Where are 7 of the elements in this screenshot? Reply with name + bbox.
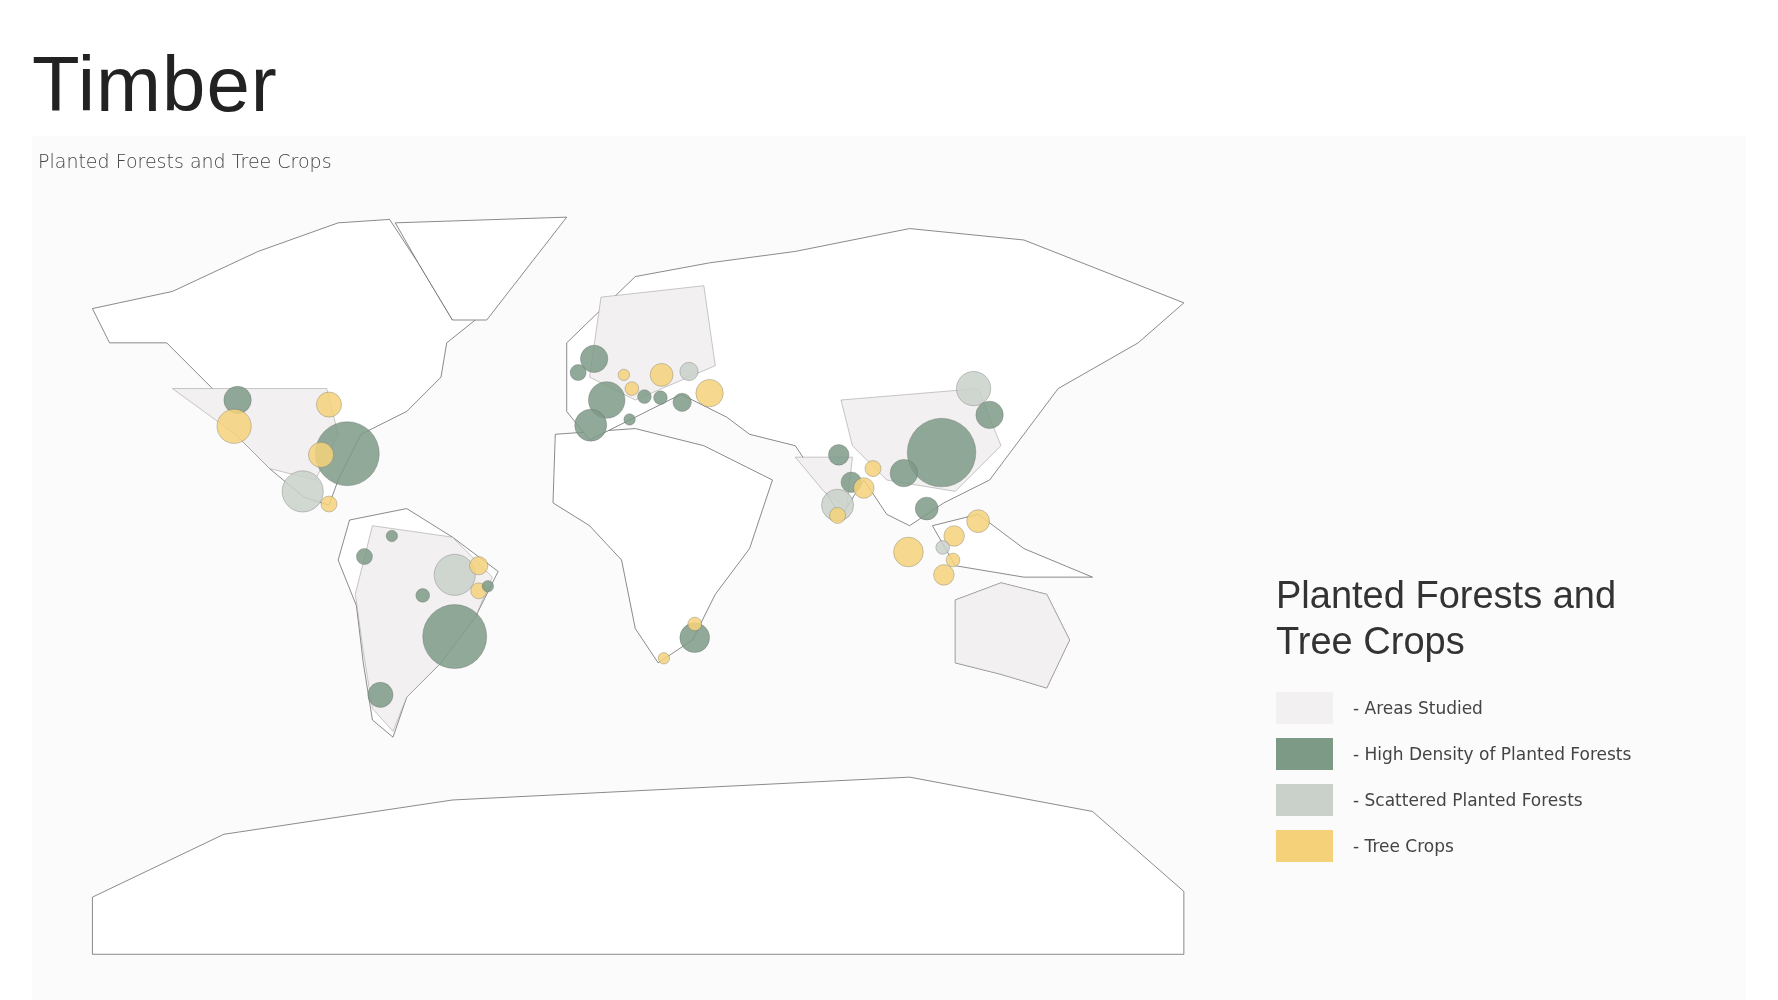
legend-label: - Areas Studied	[1353, 698, 1483, 718]
legend-title: Planted Forests and Tree Crops	[1276, 573, 1618, 664]
page-title: Timber	[32, 40, 279, 128]
legend-label: - High Density of Planted Forests	[1353, 744, 1632, 764]
legend-label: - Scattered Planted Forests	[1353, 790, 1583, 810]
legend-label: - Tree Crops	[1353, 836, 1454, 856]
map-subtitle: Planted Forests and Tree Crops	[38, 150, 333, 172]
